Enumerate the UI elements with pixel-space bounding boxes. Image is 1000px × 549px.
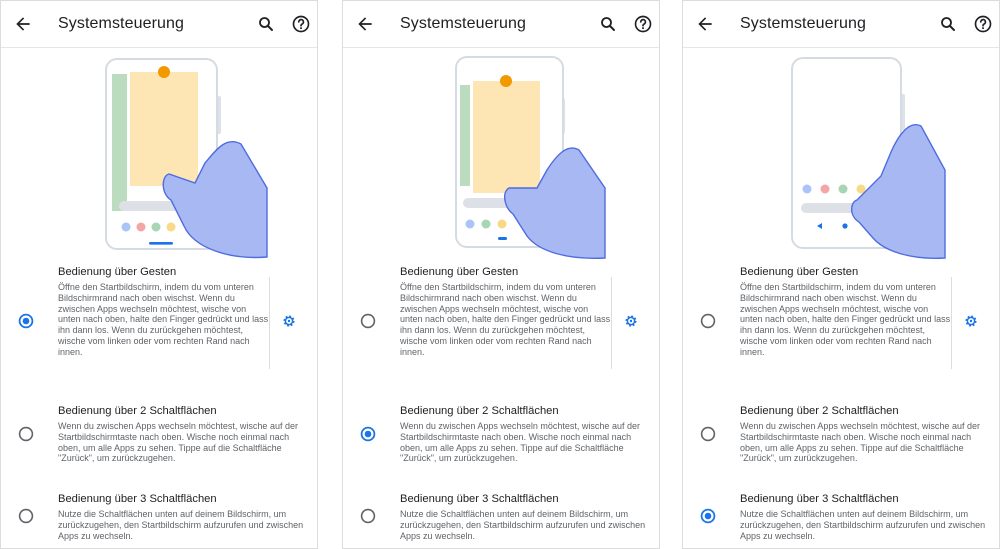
navigation-illustration bbox=[1, 48, 317, 261]
option-description: Öffne den Startbildschirm, indem du vom … bbox=[400, 282, 611, 357]
settings-screen-2: Systemsteuerung Bedienung über Gesten Öf… bbox=[342, 0, 660, 549]
app-icon-dot bbox=[802, 184, 812, 194]
option-gestures[interactable]: Bedienung über Gesten Öffne den Startbil… bbox=[1, 266, 317, 381]
app-bar: Systemsteuerung bbox=[343, 1, 659, 48]
phone-hand-illustration bbox=[791, 57, 946, 260]
app-card-side bbox=[112, 74, 127, 211]
option-gestures[interactable]: Bedienung über Gesten Öffne den Startbil… bbox=[683, 266, 999, 381]
navigation-illustration bbox=[343, 48, 659, 261]
option-3-buttons[interactable]: Bedienung über 3 Schaltflächen Nutze die… bbox=[343, 493, 659, 548]
gear-icon[interactable] bbox=[281, 313, 297, 329]
option-description: Wenn du zwischen Apps wechseln möchtest,… bbox=[400, 421, 640, 464]
phone-hand-illustration bbox=[455, 56, 606, 260]
app-icon-dot bbox=[136, 222, 146, 232]
option-title: Bedienung über Gesten bbox=[400, 266, 519, 278]
option-title: Bedienung über 3 Schaltflächen bbox=[740, 493, 899, 505]
page-title: Systemsteuerung bbox=[58, 15, 185, 32]
settings-screen-3: Systemsteuerung Bedienung über Gesten Öf… bbox=[682, 0, 1000, 549]
option-description: Nutze die Schaltflächen unten auf deinem… bbox=[58, 509, 304, 541]
notification-dot bbox=[158, 66, 170, 78]
app-bar: Systemsteuerung bbox=[683, 1, 999, 48]
gesture-bar bbox=[149, 242, 173, 245]
option-title: Bedienung über 2 Schaltflächen bbox=[58, 405, 217, 417]
app-card bbox=[130, 72, 198, 186]
app-card-side bbox=[460, 85, 470, 186]
app-bar: Systemsteuerung bbox=[1, 1, 317, 48]
arrow-back-icon[interactable] bbox=[695, 14, 715, 34]
app-icon-dot bbox=[121, 222, 131, 232]
option-description: Öffne den Startbildschirm, indem du vom … bbox=[740, 282, 951, 357]
option-description: Nutze die Schaltflächen unten auf deinem… bbox=[740, 509, 986, 541]
notification-dot bbox=[500, 75, 512, 87]
help-icon[interactable] bbox=[973, 14, 993, 34]
radio-unselected-icon[interactable] bbox=[18, 426, 34, 442]
radio-unselected-icon[interactable] bbox=[360, 508, 376, 524]
gear-icon[interactable] bbox=[623, 313, 639, 329]
divider bbox=[269, 277, 270, 369]
option-title: Bedienung über 2 Schaltflächen bbox=[740, 405, 899, 417]
radio-selected-icon[interactable] bbox=[700, 508, 716, 524]
option-description: Nutze die Schaltflächen unten auf deinem… bbox=[400, 509, 646, 541]
app-icon-dot bbox=[838, 184, 848, 194]
option-description: Öffne den Startbildschirm, indem du vom … bbox=[58, 282, 269, 357]
app-icon-dot bbox=[166, 222, 176, 232]
option-title: Bedienung über Gesten bbox=[740, 266, 859, 278]
option-2-buttons[interactable]: Bedienung über 2 Schaltflächen Wenn du z… bbox=[1, 405, 317, 475]
page-title: Systemsteuerung bbox=[740, 15, 867, 32]
app-icon-dot bbox=[151, 222, 161, 232]
option-title: Bedienung über 3 Schaltflächen bbox=[58, 493, 217, 505]
nav-home-dot bbox=[842, 223, 848, 229]
help-icon[interactable] bbox=[633, 14, 653, 34]
option-gestures[interactable]: Bedienung über Gesten Öffne den Startbil… bbox=[343, 266, 659, 381]
divider bbox=[611, 277, 612, 369]
option-2-buttons[interactable]: Bedienung über 2 Schaltflächen Wenn du z… bbox=[683, 405, 999, 475]
home-pill bbox=[498, 237, 507, 240]
radio-unselected-icon[interactable] bbox=[700, 426, 716, 442]
option-2-buttons[interactable]: Bedienung über 2 Schaltflächen Wenn du z… bbox=[343, 405, 659, 475]
page-title: Systemsteuerung bbox=[400, 15, 527, 32]
option-description: Wenn du zwischen Apps wechseln möchtest,… bbox=[740, 421, 980, 464]
option-description: Wenn du zwischen Apps wechseln möchtest,… bbox=[58, 421, 298, 464]
app-icon-dot bbox=[465, 219, 475, 229]
option-title: Bedienung über Gesten bbox=[58, 266, 177, 278]
option-title: Bedienung über 3 Schaltflächen bbox=[400, 493, 559, 505]
gear-icon[interactable] bbox=[963, 313, 979, 329]
radio-unselected-icon[interactable] bbox=[700, 313, 716, 329]
option-3-buttons[interactable]: Bedienung über 3 Schaltflächen Nutze die… bbox=[1, 493, 317, 548]
radio-selected-icon[interactable] bbox=[18, 313, 34, 329]
radio-unselected-icon[interactable] bbox=[18, 508, 34, 524]
search-icon[interactable] bbox=[939, 15, 957, 33]
radio-unselected-icon[interactable] bbox=[360, 313, 376, 329]
app-icon-dot bbox=[820, 184, 830, 194]
radio-selected-icon[interactable] bbox=[360, 426, 376, 442]
arrow-back-icon[interactable] bbox=[13, 14, 33, 34]
search-icon[interactable] bbox=[599, 15, 617, 33]
navigation-illustration bbox=[683, 48, 999, 261]
app-icon-dot bbox=[481, 219, 491, 229]
app-card bbox=[473, 81, 540, 193]
divider bbox=[951, 277, 952, 369]
option-title: Bedienung über 2 Schaltflächen bbox=[400, 405, 559, 417]
app-icon-dot bbox=[497, 219, 507, 229]
option-3-buttons[interactable]: Bedienung über 3 Schaltflächen Nutze die… bbox=[683, 493, 999, 548]
phone-hand-illustration bbox=[105, 58, 268, 259]
settings-screen-1: Systemsteuerung Bedienung über Gesten Öf… bbox=[0, 0, 318, 549]
search-icon[interactable] bbox=[257, 15, 275, 33]
help-icon[interactable] bbox=[291, 14, 311, 34]
arrow-back-icon[interactable] bbox=[355, 14, 375, 34]
